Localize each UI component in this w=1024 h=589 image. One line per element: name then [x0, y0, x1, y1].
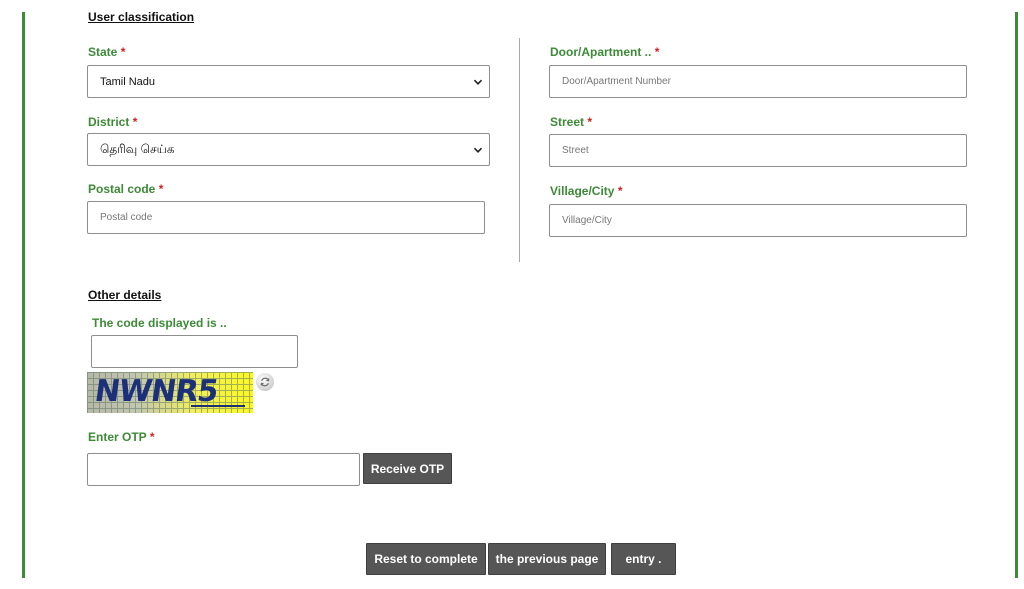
district-label-text: District	[88, 115, 130, 129]
required-mark: *	[617, 184, 623, 198]
required-mark: *	[149, 430, 155, 444]
captcha-input[interactable]	[91, 335, 298, 368]
district-label: District *	[88, 115, 137, 129]
refresh-captcha-button[interactable]	[256, 373, 274, 391]
left-frame-border	[22, 12, 25, 578]
door-apartment-label-text: Door/Apartment ..	[550, 45, 652, 59]
previous-page-button[interactable]: the previous page	[488, 543, 606, 575]
village-city-label: Village/City *	[550, 184, 623, 198]
captcha-strike-line	[191, 405, 245, 407]
captcha-label: The code displayed is ..	[92, 316, 227, 330]
village-city-label-text: Village/City	[550, 184, 615, 198]
captcha-text: NWNR5	[92, 374, 220, 409]
chevron-down-icon	[473, 147, 483, 153]
required-mark: *	[158, 182, 164, 196]
receive-otp-button[interactable]: Receive OTP	[363, 453, 452, 484]
street-label-text: Street	[550, 115, 585, 129]
required-mark: *	[587, 115, 593, 129]
village-city-input[interactable]: Village/City	[549, 204, 967, 237]
required-mark: *	[132, 115, 138, 129]
otp-input[interactable]	[87, 453, 360, 486]
refresh-icon	[260, 377, 270, 387]
reset-button[interactable]: Reset to complete	[366, 543, 486, 575]
district-select[interactable]: தெரிவு செய்க	[87, 133, 490, 166]
otp-label: Enter OTP *	[88, 430, 154, 444]
otp-label-text: Enter OTP	[88, 430, 147, 444]
door-apartment-input[interactable]: Door/Apartment Number	[549, 65, 967, 98]
captcha-image: NWNR5	[87, 372, 253, 413]
right-frame-border	[1015, 12, 1018, 578]
street-input[interactable]: Street	[549, 134, 967, 167]
state-select-value: Tamil Nadu	[100, 75, 156, 88]
state-select[interactable]: Tamil Nadu	[87, 65, 490, 98]
chevron-down-icon	[473, 79, 483, 85]
postal-code-label-text: Postal code	[88, 182, 156, 196]
other-details-heading: Other details	[88, 288, 162, 302]
required-mark: *	[654, 45, 660, 59]
state-label-text: State	[88, 45, 118, 59]
state-label: State *	[88, 45, 125, 59]
user-classification-heading: User classification	[88, 10, 195, 24]
entry-button[interactable]: entry .	[611, 543, 676, 575]
column-divider	[519, 38, 520, 262]
required-mark: *	[120, 45, 126, 59]
street-label: Street *	[550, 115, 592, 129]
postal-code-input[interactable]: Postal code	[87, 201, 485, 234]
district-select-value: தெரிவு செய்க	[100, 141, 175, 156]
postal-code-label: Postal code *	[88, 182, 163, 196]
door-apartment-label: Door/Apartment .. *	[550, 45, 659, 59]
